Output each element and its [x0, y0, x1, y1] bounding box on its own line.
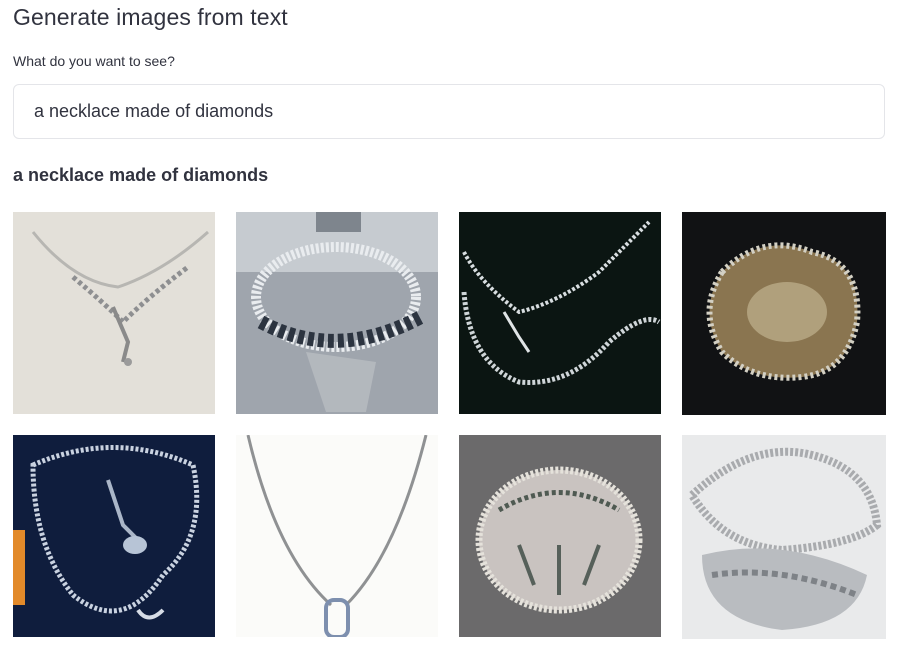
generated-image-6 — [236, 435, 438, 637]
necklace-image-3 — [459, 212, 661, 414]
prompt-input[interactable] — [13, 84, 885, 139]
app: Generate images from text What do you wa… — [0, 0, 901, 653]
generated-image-5 — [13, 435, 215, 637]
generated-image-2 — [236, 212, 438, 414]
necklace-image-2 — [236, 212, 438, 414]
generated-image-4 — [682, 212, 886, 415]
necklace-image-7 — [459, 435, 661, 637]
necklace-image-4 — [682, 212, 886, 415]
necklace-image-1 — [13, 212, 215, 414]
generated-image-8 — [682, 435, 886, 639]
result-heading: a necklace made of diamonds — [13, 165, 269, 185]
generated-image-3 — [459, 212, 661, 414]
generated-image-1 — [13, 212, 215, 414]
necklace-image-8 — [682, 435, 886, 639]
prompt-label: What do you want to see? — [13, 53, 175, 69]
generated-image-7 — [459, 435, 661, 637]
page-title: Generate images from text — [13, 4, 288, 30]
necklace-image-6 — [236, 435, 438, 637]
necklace-image-5 — [13, 435, 215, 637]
